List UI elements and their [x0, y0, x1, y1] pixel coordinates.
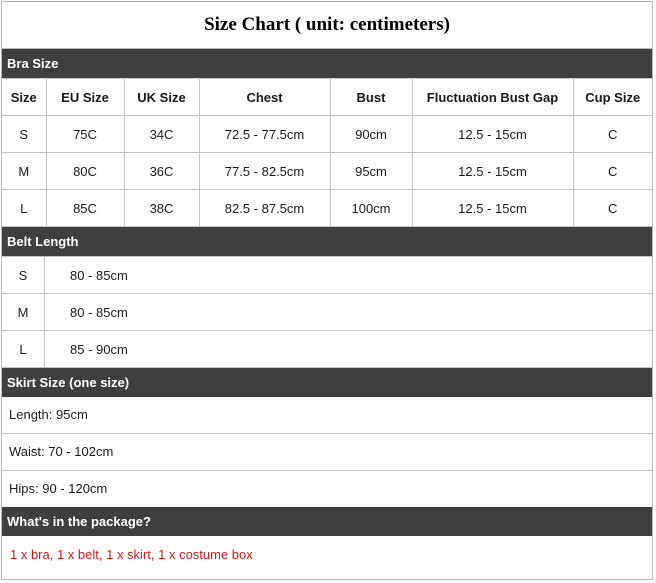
- package-contents: 1 x bra, 1 x belt, 1 x skirt, 1 x costum…: [10, 547, 253, 562]
- skirt-hips: Hips: 90 - 120cm: [2, 470, 652, 507]
- belt-length-section-header: Belt Length: [2, 227, 652, 256]
- cell-chest: 77.5 - 82.5cm: [198, 152, 331, 190]
- cell-cup-size: C: [572, 189, 652, 227]
- column-header-chest: Chest: [198, 78, 331, 116]
- cell-cup-size: C: [572, 152, 652, 190]
- column-header-uk-size: UK Size: [123, 78, 200, 116]
- belt-size: L: [2, 330, 45, 368]
- belt-length-value: 80 - 85cm: [44, 256, 652, 294]
- column-header-eu-size: EU Size: [45, 78, 125, 116]
- column-header-bust: Bust: [329, 78, 413, 116]
- belt-size: S: [2, 256, 45, 294]
- column-header-size: Size: [2, 78, 47, 116]
- column-header-fluctuation-bust-gap: Fluctuation Bust Gap: [411, 78, 574, 116]
- cell-bust: 90cm: [329, 115, 413, 153]
- cell-size: L: [2, 189, 47, 227]
- cell-size: M: [2, 152, 47, 190]
- belt-length-table: S 80 - 85cm M 80 - 85cm L 85 - 90cm: [2, 256, 652, 368]
- skirt-waist: Waist: 70 - 102cm: [2, 433, 652, 470]
- cell-eu-size: 85C: [45, 189, 125, 227]
- table-row: S 80 - 85cm: [2, 256, 652, 294]
- size-chart: Size Chart ( unit: centimeters) Bra Size…: [1, 1, 653, 580]
- cell-cup-size: C: [572, 115, 652, 153]
- package-section-header: What's in the package?: [2, 507, 652, 536]
- skirt-size-section-header: Skirt Size (one size): [2, 368, 652, 397]
- bra-size-table: Size EU Size UK Size Chest Bust Fluctuat…: [2, 78, 652, 227]
- table-row: L 85C 38C 82.5 - 87.5cm 100cm 12.5 - 15c…: [2, 189, 652, 227]
- column-header-cup-size: Cup Size: [572, 78, 652, 116]
- bra-table-header-row: Size EU Size UK Size Chest Bust Fluctuat…: [2, 78, 652, 116]
- cell-uk-size: 34C: [123, 115, 200, 153]
- table-row: L 85 - 90cm: [2, 330, 652, 368]
- table-row: S 75C 34C 72.5 - 77.5cm 90cm 12.5 - 15cm…: [2, 115, 652, 153]
- cell-chest: 72.5 - 77.5cm: [198, 115, 331, 153]
- belt-length-value: 80 - 85cm: [44, 293, 652, 331]
- table-row: M 80C 36C 77.5 - 82.5cm 95cm 12.5 - 15cm…: [2, 152, 652, 190]
- table-row: M 80 - 85cm: [2, 293, 652, 331]
- cell-uk-size: 38C: [123, 189, 200, 227]
- skirt-length: Length: 95cm: [9, 407, 88, 422]
- cell-eu-size: 80C: [45, 152, 125, 190]
- cell-bust-gap: 12.5 - 15cm: [411, 152, 574, 190]
- page-title: Size Chart ( unit: centimeters): [2, 2, 652, 49]
- cell-eu-size: 75C: [45, 115, 125, 153]
- cell-size: S: [2, 115, 47, 153]
- cell-uk-size: 36C: [123, 152, 200, 190]
- belt-length-value: 85 - 90cm: [44, 330, 652, 368]
- cell-bust-gap: 12.5 - 15cm: [411, 189, 574, 227]
- cell-chest: 82.5 - 87.5cm: [198, 189, 331, 227]
- cell-bust: 100cm: [329, 189, 413, 227]
- belt-size: M: [2, 293, 45, 331]
- cell-bust-gap: 12.5 - 15cm: [411, 115, 574, 153]
- cell-bust: 95cm: [329, 152, 413, 190]
- bra-size-section-header: Bra Size: [2, 49, 652, 78]
